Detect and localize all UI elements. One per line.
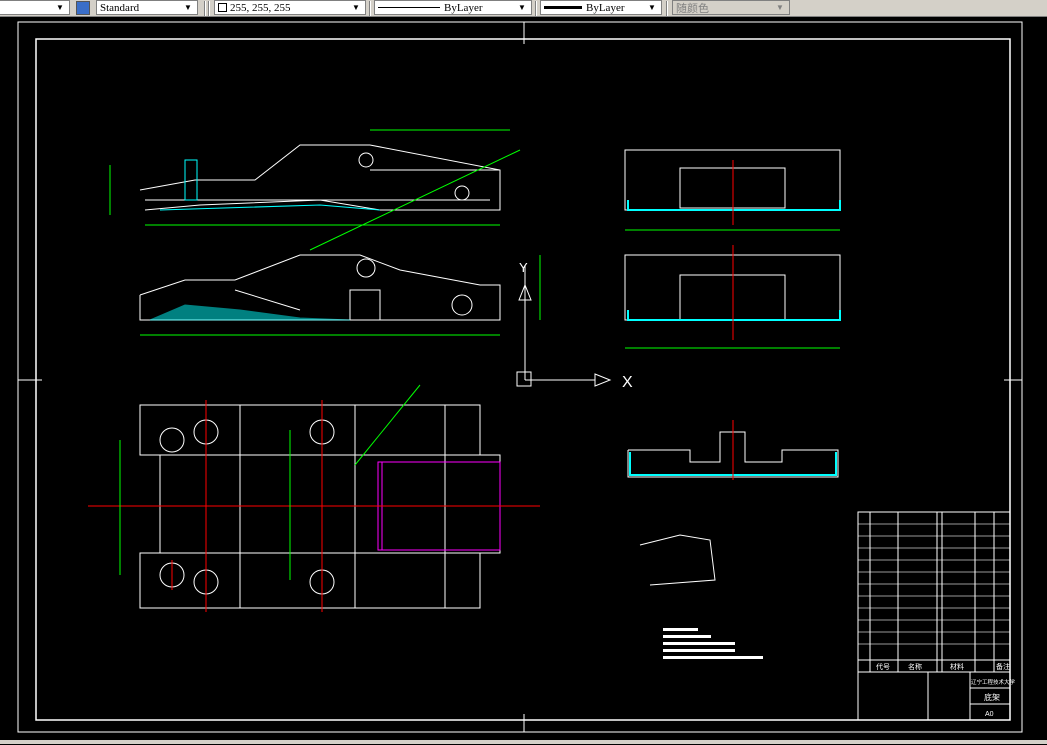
header-code: 代号 [876,662,890,671]
school-name: 辽宁工程技术大学 [971,678,1016,686]
chevron-down-icon: ▼ [518,3,526,12]
linetype-dropdown[interactable]: ByLayer ▼ [374,0,532,15]
chevron-down-icon: ▼ [184,3,192,12]
lineweight-value: ByLayer [586,1,625,14]
ucs-x-label: X [622,374,633,391]
cad-drawing: X Y 代号 名称 材料 备注 辽宁工程技术大学 底架 A0 [17,21,1023,733]
title-block [857,511,1011,721]
plotstyle-value: 随颜色 [676,2,709,15]
text-style-value: Standard [100,1,140,14]
text-style-icon[interactable] [76,1,90,15]
sheet-size: A0 [985,711,994,718]
lineweight-preview [544,6,582,9]
properties-toolbar: ▼ Standard ▼ 255, 255, 255 ▼ ByLayer ▼ ByLa… [0,0,1047,17]
color-swatch-icon [218,3,227,12]
drawing-frame [35,38,1011,721]
color-value: 255, 255, 255 [230,1,291,14]
chevron-down-icon: ▼ [776,3,784,12]
left-dropdown[interactable]: ▼ [0,0,70,15]
bottom-scrollbar[interactable] [0,740,1047,744]
outer-border [17,21,1023,733]
color-dropdown[interactable]: 255, 255, 255 ▼ [214,0,366,15]
header-name: 名称 [908,662,922,671]
lineweight-dropdown[interactable]: ByLayer ▼ [540,0,662,15]
chevron-down-icon: ▼ [56,3,64,12]
ucs-y-label: Y [519,260,528,275]
ucs-icon [516,265,612,387]
header-material: 材料 [950,662,964,671]
drawing-name: 底架 [984,692,1000,702]
chevron-down-icon: ▼ [352,3,360,12]
header-remarks: 备注 [996,662,1010,671]
text-style-dropdown[interactable]: Standard ▼ [96,0,198,15]
linetype-preview [378,7,440,8]
chevron-down-icon: ▼ [648,3,656,12]
technical-notes [663,628,763,659]
plotstyle-dropdown[interactable]: 随颜色 ▼ [672,0,790,15]
linetype-value: ByLayer [444,1,483,14]
drawing-canvas[interactable]: X Y 代号 名称 材料 备注 辽宁工程技术大学 底架 A0 [0,18,1047,740]
dimension-lines [109,129,840,580]
